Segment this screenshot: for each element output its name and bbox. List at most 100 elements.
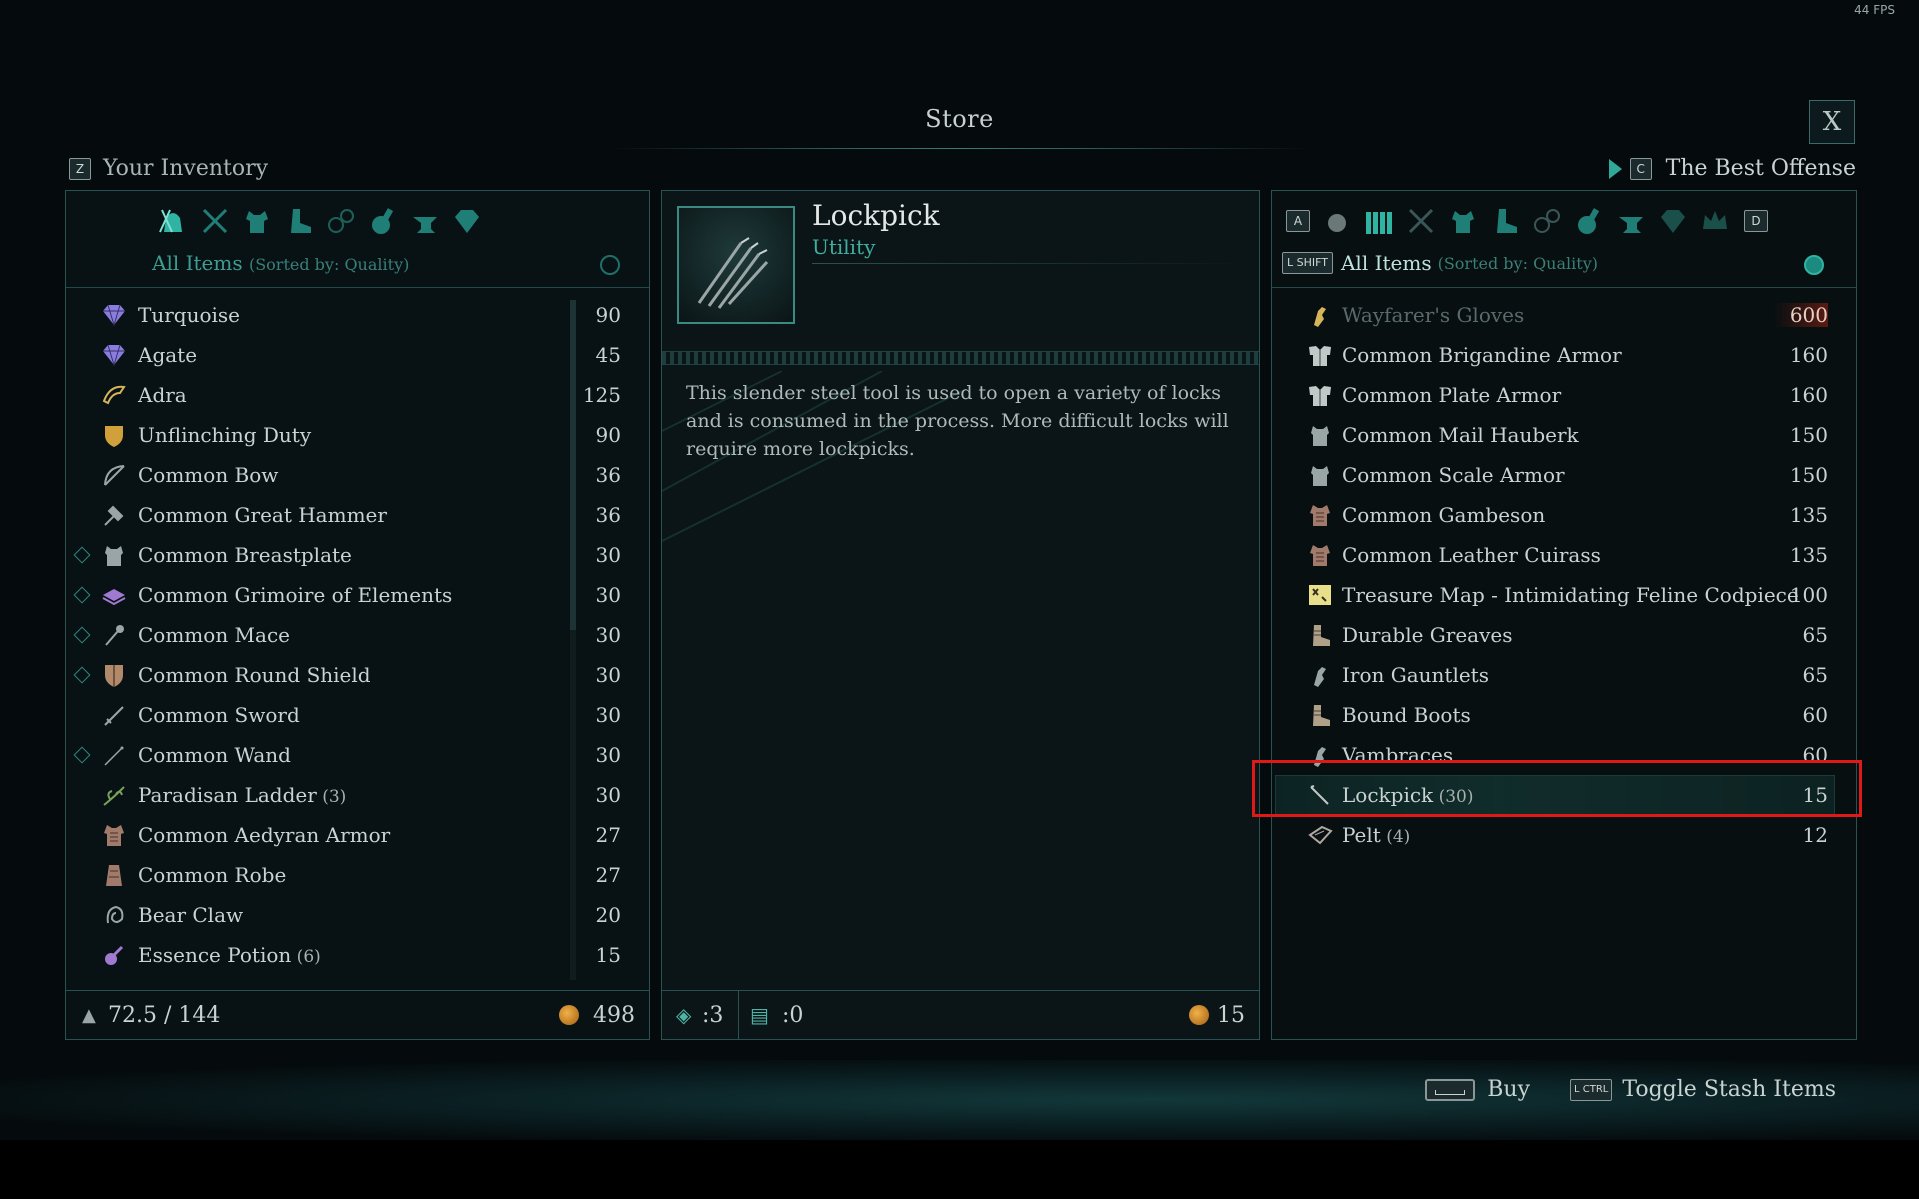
item-icon — [100, 661, 128, 689]
item-price: 60 — [1802, 703, 1828, 727]
list-item[interactable]: Common Plate Armor 160 — [1272, 375, 1856, 415]
list-item[interactable]: Essence Potion (6) 15 — [66, 935, 649, 975]
inventory-divider — [66, 287, 649, 288]
item-icon — [100, 941, 128, 969]
vendor-arrow-icon[interactable] — [1608, 158, 1622, 179]
gems-tab-icon[interactable] — [1656, 204, 1690, 238]
item-icon — [1306, 421, 1334, 449]
item-icon — [1306, 381, 1334, 409]
bag-icon: ◈ — [676, 1003, 692, 1027]
vendor-sort-label[interactable]: L SHIFT All Items (Sorted by: Quality) — [1282, 251, 1598, 275]
weapons-tab-icon[interactable] — [198, 204, 232, 238]
accessories-tab-icon[interactable] — [324, 204, 358, 238]
vendor-category-tabs: A D — [1286, 203, 1768, 239]
list-item[interactable]: Common Sword 30 — [66, 695, 649, 735]
item-price: 36 — [595, 503, 621, 527]
item-name-text: Bound Boots — [1342, 703, 1471, 727]
toggle-stash-hint[interactable]: Toggle Stash Items — [1622, 1077, 1836, 1102]
item-description: This slender steel tool is used to open … — [686, 382, 1229, 460]
list-item[interactable]: Common Breastplate 30 — [66, 535, 649, 575]
vendor-sort-icon[interactable] — [1804, 255, 1824, 275]
weapons-tab-icon[interactable] — [1404, 204, 1438, 238]
item-price: 30 — [595, 623, 621, 647]
item-name: Pelt (4) — [1342, 823, 1410, 847]
item-icon — [100, 461, 128, 489]
vendor-title: The Best Offense — [1665, 156, 1856, 181]
list-item[interactable]: Unflinching Duty 90 — [66, 415, 649, 455]
list-item[interactable]: Treasure Map - Intimidating Feline Codpi… — [1272, 575, 1856, 615]
containers-tab-icon[interactable] — [1362, 204, 1396, 238]
inventory-sort-label[interactable]: All Items (Sorted by: Quality) — [152, 251, 409, 275]
item-name: Common Mail Hauberk — [1342, 423, 1579, 447]
consumables-tab-icon[interactable] — [1572, 204, 1606, 238]
list-item[interactable]: Bound Boots 60 — [1272, 695, 1856, 735]
armor-tab-icon[interactable] — [1446, 204, 1480, 238]
list-item[interactable]: Common Leather Cuirass 135 — [1272, 535, 1856, 575]
list-item[interactable]: Turquoise 90 — [66, 295, 649, 335]
gems-tab-icon[interactable] — [450, 204, 484, 238]
crafting-tab-icon[interactable] — [408, 204, 442, 238]
item-icon — [100, 301, 128, 329]
item-price: 160 — [1789, 383, 1828, 407]
list-item[interactable]: Iron Gauntlets 65 — [1272, 655, 1856, 695]
list-item[interactable]: Common Mace 30 — [66, 615, 649, 655]
all-items-tab-icon[interactable] — [1320, 204, 1354, 238]
item-name: Common Mace — [138, 623, 290, 647]
boots-tab-icon[interactable] — [1488, 204, 1522, 238]
inventory-scroll-thumb[interactable] — [570, 300, 576, 630]
item-name-text: Common Leather Cuirass — [1342, 543, 1601, 567]
list-item[interactable]: Common Wand 30 — [66, 735, 649, 775]
key-hint-c: C — [1629, 157, 1652, 180]
item-header-divider — [812, 263, 1242, 264]
item-name: Common Robe — [138, 863, 286, 887]
key-hint-d[interactable]: D — [1744, 210, 1768, 232]
list-item[interactable]: Common Round Shield 30 — [66, 655, 649, 695]
quest-items-tab-icon[interactable] — [1698, 204, 1732, 238]
boots-tab-icon[interactable] — [282, 204, 316, 238]
crafting-tab-icon[interactable] — [1614, 204, 1648, 238]
list-item[interactable]: Common Robe 27 — [66, 855, 649, 895]
robe-icon — [106, 865, 122, 886]
item-name-text: Common Aedyran Armor — [138, 823, 391, 847]
list-item[interactable]: Common Brigandine Armor 160 — [1272, 335, 1856, 375]
armor-tab-icon[interactable] — [240, 204, 274, 238]
key-hint-a[interactable]: A — [1286, 210, 1310, 232]
item-price: 90 — [595, 423, 621, 447]
gloves-icon — [1314, 307, 1326, 327]
item-quantity: (6) — [291, 947, 321, 967]
all-items-tab-icon[interactable] — [156, 204, 190, 238]
item-name-text: Pelt — [1342, 823, 1381, 847]
list-item[interactable]: Bear Claw 20 — [66, 895, 649, 935]
list-item[interactable]: Common Mail Hauberk 150 — [1272, 415, 1856, 455]
inventory-sort-icon[interactable] — [600, 255, 620, 275]
close-button[interactable]: X — [1809, 100, 1855, 144]
item-price: 100 — [1789, 583, 1828, 607]
buy-hint[interactable]: Buy — [1487, 1077, 1530, 1102]
item-name: Common Great Hammer — [138, 503, 387, 527]
list-item[interactable]: Agate 45 — [66, 335, 649, 375]
list-item[interactable]: Common Aedyran Armor 27 — [66, 815, 649, 855]
list-item[interactable]: Common Gambeson 135 — [1272, 495, 1856, 535]
item-price: 600 — [1773, 303, 1828, 327]
list-item[interactable]: Durable Greaves 65 — [1272, 615, 1856, 655]
inventory-filter-label: All Items — [152, 251, 243, 275]
consumables-tab-icon[interactable] — [366, 204, 400, 238]
list-item[interactable]: Pelt (4) 12 — [1272, 815, 1856, 855]
list-item[interactable]: Adra 125 — [66, 375, 649, 415]
list-item[interactable]: Common Grimoire of Elements 30 — [66, 575, 649, 615]
compare-marker-icon — [73, 666, 91, 684]
item-name-text: Common Great Hammer — [138, 503, 387, 527]
list-item[interactable]: Paradisan Ladder (3) 30 — [66, 775, 649, 815]
list-item[interactable]: Common Scale Armor 150 — [1272, 455, 1856, 495]
list-item[interactable]: Common Bow 36 — [66, 455, 649, 495]
list-item[interactable]: Common Great Hammer 36 — [66, 495, 649, 535]
item-name: Paradisan Ladder (3) — [138, 783, 346, 807]
item-price: 27 — [595, 823, 621, 847]
item-name: Common Wand — [138, 743, 291, 767]
item-name: Common Scale Armor — [1342, 463, 1565, 487]
boots-icon — [1313, 705, 1330, 726]
list-item[interactable]: Wayfarer's Gloves 600 — [1272, 295, 1856, 335]
item-name-text: Common Gambeson — [1342, 503, 1546, 527]
accessories-tab-icon[interactable] — [1530, 204, 1564, 238]
lockpick-icon — [697, 237, 769, 309]
